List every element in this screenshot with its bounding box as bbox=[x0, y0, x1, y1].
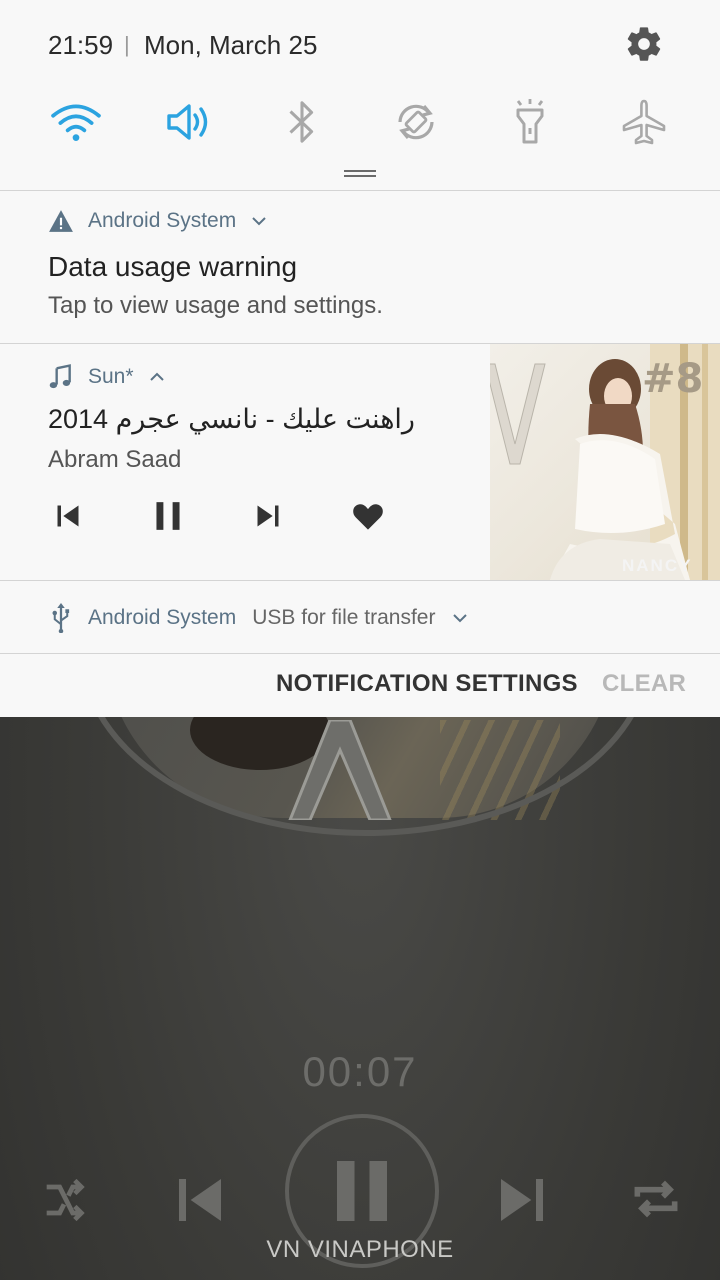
quick-settings-row bbox=[0, 92, 720, 156]
shade-drag-handle[interactable] bbox=[344, 170, 376, 178]
notification-app-line: Android System bbox=[48, 209, 268, 233]
gear-icon[interactable] bbox=[624, 24, 664, 64]
quick-setting-flashlight[interactable] bbox=[500, 92, 560, 152]
notification-app-line: Android System USB for file transfer bbox=[50, 603, 469, 633]
music-note-icon bbox=[49, 364, 71, 389]
notification-settings-button[interactable]: NOTIFICATION SETTINGS bbox=[276, 670, 578, 698]
notification-shade: 21:59 | Mon, March 25 Android System Dat… bbox=[0, 0, 720, 717]
notification-title: Data usage warning bbox=[48, 251, 298, 282]
shade-header: 21:59 | Mon, March 25 bbox=[0, 0, 720, 90]
wifi-icon bbox=[51, 104, 101, 141]
previous-icon bbox=[57, 505, 79, 527]
repeat-icon[interactable] bbox=[628, 1170, 684, 1228]
song-artist: Abram Saad bbox=[48, 446, 182, 473]
previous-track-icon[interactable] bbox=[172, 1172, 228, 1228]
next-track-icon[interactable] bbox=[494, 1172, 550, 1228]
album-art: #8 NANCY bbox=[490, 344, 720, 580]
quick-setting-bluetooth[interactable] bbox=[272, 92, 332, 152]
clock: 21:59 bbox=[48, 30, 114, 60]
next-button[interactable] bbox=[250, 498, 286, 534]
quick-setting-sound[interactable] bbox=[159, 92, 219, 152]
notification-text: Tap to view usage and settings. bbox=[48, 292, 383, 319]
pause-icon bbox=[156, 502, 180, 530]
date: Mon, March 25 bbox=[144, 30, 318, 60]
divider bbox=[0, 653, 720, 654]
notification-text: USB for file transfer bbox=[252, 606, 436, 629]
rotate-icon bbox=[398, 104, 434, 140]
notification-app-name: Android System bbox=[88, 606, 237, 629]
airplane-icon bbox=[622, 99, 666, 145]
volume-icon bbox=[167, 104, 208, 140]
header-separator: | bbox=[124, 32, 130, 57]
chevron-up-icon[interactable] bbox=[148, 371, 166, 383]
notification-app-name: Sun* bbox=[88, 365, 134, 388]
previous-button[interactable] bbox=[50, 498, 86, 534]
next-icon bbox=[257, 505, 279, 527]
quick-setting-airplane-mode[interactable] bbox=[614, 92, 674, 152]
notification-app-name: Android System bbox=[88, 209, 237, 232]
quick-setting-auto-rotate[interactable] bbox=[386, 92, 446, 152]
clear-button[interactable]: CLEAR bbox=[602, 670, 686, 698]
pause-button[interactable] bbox=[150, 498, 186, 534]
elapsed-time: 00:07 bbox=[302, 1048, 418, 1095]
chevron-down-icon[interactable] bbox=[451, 612, 469, 624]
quick-setting-wifi[interactable] bbox=[46, 92, 106, 152]
song-title: راهنت عليك - نانسي عجرم 2014 bbox=[48, 404, 415, 434]
bluetooth-icon bbox=[289, 101, 314, 143]
favorite-button[interactable] bbox=[350, 498, 386, 534]
warning-icon bbox=[49, 210, 73, 232]
flashlight-icon bbox=[516, 99, 544, 144]
pause-icon bbox=[337, 1161, 387, 1221]
album-art-number: #8 bbox=[642, 356, 704, 402]
notification-usb[interactable]: Android System USB for file transfer bbox=[0, 581, 720, 653]
heart-icon bbox=[353, 504, 383, 530]
notification-app-line: Sun* bbox=[48, 364, 166, 390]
usb-icon bbox=[52, 603, 70, 633]
chevron-down-icon[interactable] bbox=[250, 215, 268, 227]
album-art-label: NANCY bbox=[622, 556, 693, 575]
carrier-name: VN VINAPHONE bbox=[266, 1236, 454, 1263]
notification-data-usage[interactable]: Android System Data usage warning Tap to… bbox=[0, 191, 720, 343]
shuffle-icon[interactable] bbox=[38, 1174, 90, 1226]
